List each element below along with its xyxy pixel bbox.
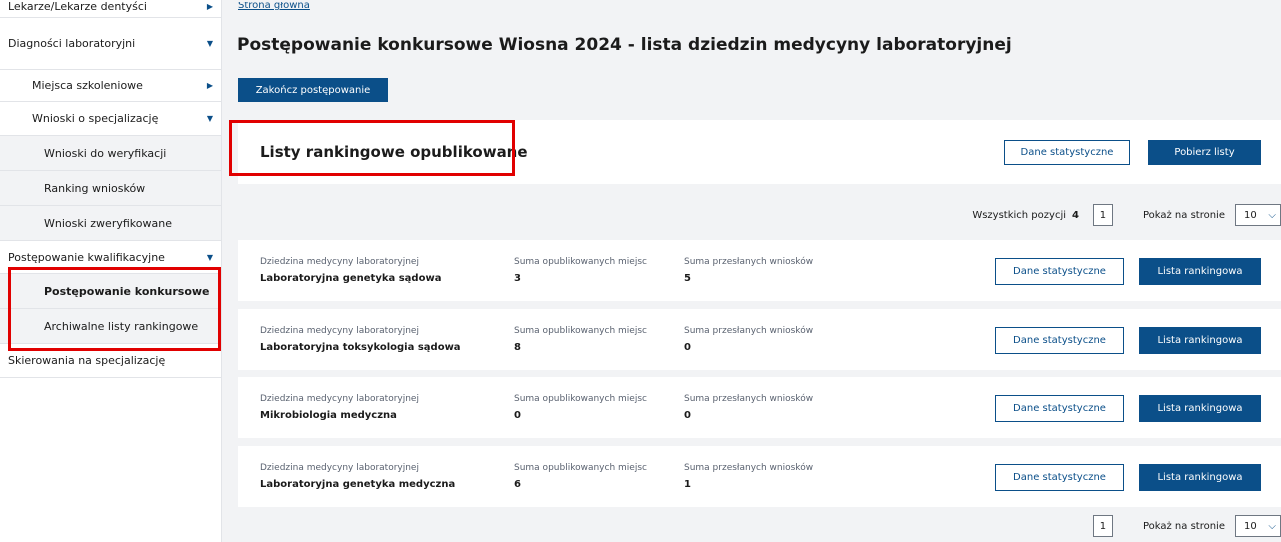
applications-value: 0 [684, 342, 691, 353]
statistics-button[interactable]: Dane statystyczne [995, 395, 1124, 422]
sidebar-item-label: Wnioski zweryfikowane [44, 216, 172, 230]
places-label: Suma opublikowanych miejsc [514, 394, 647, 404]
statistics-button[interactable]: Dane statystyczne [995, 258, 1124, 285]
sidebar-item-label: Postępowanie kwalifikacyjne [8, 250, 165, 264]
page-number-box[interactable]: 1 [1092, 515, 1113, 537]
sidebar-item-label: Wnioski o specjalizację [32, 112, 159, 125]
sidebar-item-label: Skierowania na specjalizację [8, 354, 166, 367]
field-label: Dziedzina medycyny laboratoryjnej [260, 257, 419, 267]
sidebar-item-lekarze[interactable]: Lekarze/Lekarze dentyści ▶ [0, 0, 221, 18]
sidebar-item-label: Postępowanie konkursowe [44, 284, 210, 298]
total-count: Wszystkich pozycji 4 [972, 210, 1079, 221]
field-cell: Dziedzina medycyny laboratoryjnej Laborat… [260, 463, 455, 490]
sidebar-item-label: Diagności laboratoryjni [8, 37, 136, 50]
list-item: Dziedzina medycyny laboratoryjnej Laborat… [238, 446, 1281, 507]
sidebar-item-wnioski-zweryfikowane[interactable]: Wnioski zweryfikowane [0, 206, 221, 241]
pagination-top: Wszystkich pozycji 4 1 Pokaż na stronie 1… [681, 203, 1281, 227]
total-count-label: Wszystkich pozycji [972, 209, 1066, 221]
applications-value: 5 [684, 273, 691, 284]
total-count-value: 4 [1072, 209, 1079, 221]
ranking-list-button[interactable]: Lista rankingowa [1139, 395, 1261, 422]
chevron-right-icon: ▶ [206, 2, 214, 11]
places-value: 3 [514, 273, 521, 284]
sidebar-item-label: Archiwalne listy rankingowe [44, 319, 199, 333]
sidebar-item-archiwalne-listy[interactable]: Archiwalne listy rankingowe [0, 309, 221, 344]
places-cell: Suma opublikowanych miejsc 3 [514, 257, 647, 284]
field-name: Laboratoryjna genetyka medyczna [260, 479, 456, 490]
sidebar-item-label: Ranking wniosków [44, 181, 146, 195]
per-page-select[interactable]: 10 ⌵ [1235, 515, 1281, 537]
sidebar-item-postepowanie-konkursowe[interactable]: Postępowanie konkursowe [0, 274, 221, 309]
applications-value: 1 [684, 479, 691, 490]
places-value: 6 [514, 479, 521, 490]
field-name: Laboratoryjna toksykologia sądowa [260, 342, 461, 353]
published-lists-header: Listy rankingowe opublikowane Dane staty… [238, 120, 1281, 184]
chevron-down-icon: ⌵ [1268, 520, 1276, 532]
places-value: 0 [514, 410, 521, 421]
statistics-button[interactable]: Dane statystyczne [995, 464, 1124, 491]
ranking-list-button[interactable]: Lista rankingowa [1139, 258, 1261, 285]
page-number-box[interactable]: 1 [1092, 204, 1113, 226]
section-title: Listy rankingowe opublikowane [260, 143, 528, 161]
sidebar-item-wnioski-do-weryfikacji[interactable]: Wnioski do weryfikacji [0, 136, 221, 171]
chevron-down-icon: ▼ [206, 252, 214, 262]
field-label: Dziedzina medycyny laboratoryjnej [260, 326, 419, 336]
field-cell: Dziedzina medycyny laboratoryjnej Laborat… [260, 326, 461, 353]
ranking-list-button[interactable]: Lista rankingowa [1139, 327, 1261, 354]
breadcrumb-home-link[interactable]: Strona główna [238, 2, 310, 12]
places-label: Suma opublikowanych miejsc [514, 326, 647, 336]
places-cell: Suma opublikowanych miejsc 8 [514, 326, 647, 353]
field-name: Mikrobiologia medyczna [260, 410, 397, 421]
applications-cell: Suma przesłanych wniosków 0 [684, 394, 813, 421]
applications-cell: Suma przesłanych wniosków 0 [684, 326, 813, 353]
places-label: Suma opublikowanych miejsc [514, 463, 647, 473]
end-procedure-button[interactable]: Zakończ postępowanie [238, 78, 388, 102]
statistics-button[interactable]: Dane statystyczne [995, 327, 1124, 354]
sidebar: Lekarze/Lekarze dentyści ▶ Diagności lab… [0, 0, 222, 542]
sidebar-item-label: Wnioski do weryfikacji [44, 146, 167, 160]
sidebar-item-postepowanie-kwalifikacyjne[interactable]: Postępowanie kwalifikacyjne ▼ [0, 241, 221, 274]
applications-label: Suma przesłanych wniosków [684, 463, 814, 473]
sidebar-item-wnioski[interactable]: Wnioski o specjalizację ▼ [0, 102, 221, 136]
statistics-button[interactable]: Dane statystyczne [1004, 140, 1130, 165]
per-page-label: Pokaż na stronie [1142, 520, 1225, 532]
ranking-list-button[interactable]: Lista rankingowa [1139, 464, 1261, 491]
applications-cell: Suma przesłanych wniosków 5 [684, 257, 813, 284]
sidebar-item-diagnosci[interactable]: Diagności laboratoryjni ▼ [0, 18, 221, 70]
per-page-value: 10 [1244, 209, 1257, 221]
applications-label: Suma przesłanych wniosków [684, 394, 814, 404]
sidebar-item-miejsca[interactable]: Miejsca szkoleniowe ▶ [0, 70, 221, 102]
pagination-bottom: 1 Pokaż na stronie 10 ⌵ [881, 514, 1281, 538]
download-lists-button[interactable]: Pobierz listy [1148, 140, 1261, 165]
field-cell: Dziedzina medycyny laboratoryjnej Mikrobi… [260, 394, 419, 421]
field-name: Laboratoryjna genetyka sądowa [260, 273, 442, 284]
chevron-down-icon: ▼ [206, 114, 214, 123]
list-item: Dziedzina medycyny laboratoryjnej Laborat… [238, 240, 1281, 301]
sidebar-item-label: Lekarze/Lekarze dentyści [8, 0, 147, 13]
chevron-down-icon: ▼ [206, 39, 214, 48]
places-label: Suma opublikowanych miejsc [514, 257, 647, 267]
field-label: Dziedzina medycyny laboratoryjnej [260, 394, 419, 404]
page-title: Postępowanie konkursowe Wiosna 2024 - li… [237, 35, 1012, 55]
main-content: Strona główna Postępowanie konkursowe Wi… [222, 0, 1281, 542]
sidebar-item-label: Miejsca szkoleniowe [32, 79, 143, 92]
per-page-label: Pokaż na stronie [1142, 209, 1225, 221]
places-value: 8 [514, 342, 521, 353]
field-cell: Dziedzina medycyny laboratoryjnej Laborat… [260, 257, 441, 284]
list-item: Dziedzina medycyny laboratoryjnej Laborat… [238, 309, 1281, 370]
chevron-right-icon: ▶ [206, 81, 214, 90]
per-page-value: 10 [1244, 520, 1257, 532]
applications-label: Suma przesłanych wniosków [684, 257, 814, 267]
per-page-select[interactable]: 10 ⌵ [1235, 204, 1281, 226]
field-label: Dziedzina medycyny laboratoryjnej [260, 463, 419, 473]
applications-value: 0 [684, 410, 691, 421]
chevron-down-icon: ⌵ [1268, 209, 1276, 221]
places-cell: Suma opublikowanych miejsc 0 [514, 394, 647, 421]
sidebar-item-ranking-wnioskow[interactable]: Ranking wniosków [0, 171, 221, 206]
applications-label: Suma przesłanych wniosków [684, 326, 814, 336]
list-item: Dziedzina medycyny laboratoryjnej Mikrobi… [238, 377, 1281, 438]
sidebar-item-skierowania[interactable]: Skierowania na specjalizację [0, 344, 221, 378]
applications-cell: Suma przesłanych wniosków 1 [684, 463, 813, 490]
places-cell: Suma opublikowanych miejsc 6 [514, 463, 647, 490]
